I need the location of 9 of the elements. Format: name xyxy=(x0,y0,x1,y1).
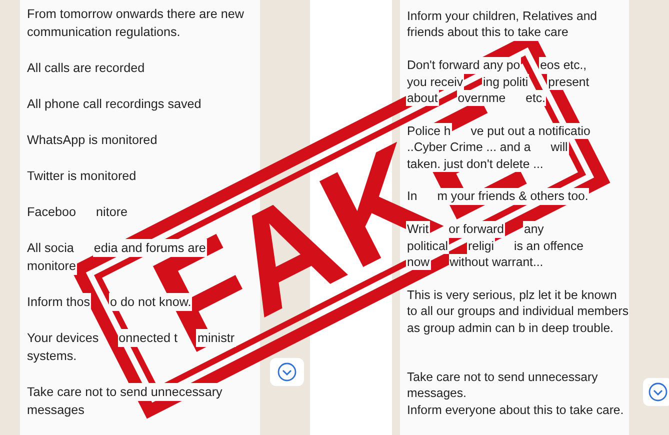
message-text: eos etc., xyxy=(539,57,588,74)
message-text: friends about this to take care xyxy=(406,24,570,41)
message-text: present xyxy=(547,74,590,90)
message-text: Take care not to send unnecessary xyxy=(26,383,224,401)
scroll-down-button[interactable] xyxy=(643,378,669,406)
message-text: Inform thos xyxy=(26,293,91,311)
message-text: Inform your children, Relatives and xyxy=(406,8,598,24)
message-text: will xyxy=(550,139,569,156)
chevron-down-icon xyxy=(648,382,668,402)
